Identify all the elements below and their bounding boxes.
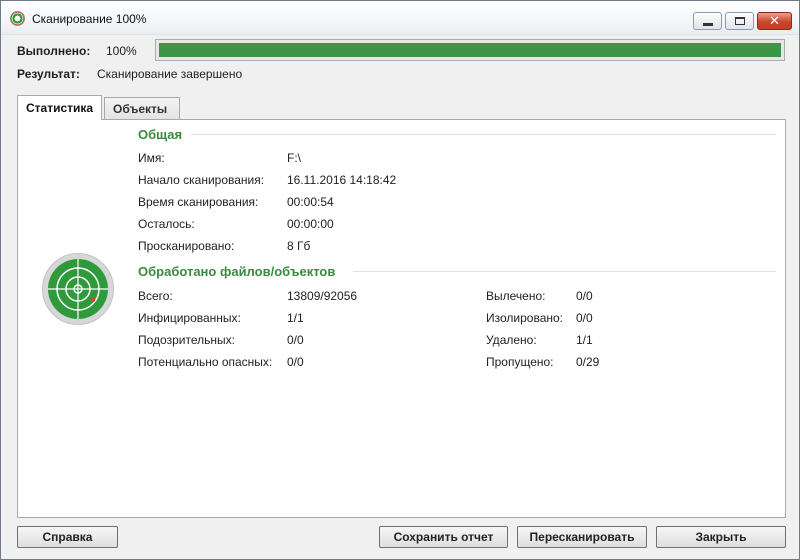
skipped-value: 0/29 (576, 355, 600, 369)
result-value: Сканирование завершено (97, 67, 243, 81)
scanned-label: Просканировано: (138, 239, 235, 253)
help-button[interactable]: Справка (17, 526, 118, 548)
cured-label: Вылечено: (486, 289, 546, 303)
remaining-label: Осталось: (138, 217, 195, 231)
section-divider (191, 134, 776, 135)
app-logo-icon (10, 11, 25, 26)
suspicious-value: 0/0 (287, 333, 304, 347)
section-divider (353, 271, 776, 272)
section-general-title: Общая (138, 127, 183, 142)
section-processed-title: Обработано файлов/объектов (138, 264, 336, 279)
progress-bar-fill (159, 43, 781, 57)
total-value: 13809/92056 (287, 289, 358, 303)
result-label: Результат: (17, 67, 80, 81)
statistics-panel (17, 119, 786, 518)
close-icon: ✕ (769, 13, 780, 28)
potentially-dangerous-value: 0/0 (287, 355, 304, 369)
tab-statistics[interactable]: Статистика (17, 95, 103, 120)
scan-time-value: 00:00:54 (287, 195, 334, 209)
close-button[interactable]: Закрыть (656, 526, 786, 548)
window-title: Сканирование 100% (32, 12, 147, 26)
total-label: Всего: (138, 289, 173, 303)
progress-value: 100% (106, 44, 137, 58)
progress-bar (155, 39, 785, 61)
tab-objects[interactable]: Объекты (104, 97, 180, 119)
maximize-icon (734, 17, 745, 25)
progress-label: Выполнено: (17, 44, 91, 58)
infected-value: 1/1 (287, 311, 304, 325)
scan-start-label: Начало сканирования: (138, 173, 265, 187)
name-label: Имя: (138, 151, 165, 165)
maximize-button[interactable] (725, 12, 754, 30)
remaining-value: 00:00:00 (287, 217, 334, 231)
minimize-icon (702, 22, 713, 26)
cured-value: 0/0 (576, 289, 593, 303)
scan-start-value: 16.11.2016 14:18:42 (287, 173, 397, 187)
close-window-button[interactable]: ✕ (757, 12, 792, 30)
scanned-value: 8 Гб (287, 239, 311, 253)
quarantined-label: Изолировано: (486, 311, 564, 325)
suspicious-label: Подозрительных: (138, 333, 235, 347)
scan-time-label: Время сканирования: (138, 195, 259, 209)
save-report-button[interactable]: Сохранить отчет (379, 526, 508, 548)
radar-icon (42, 253, 114, 325)
deleted-label: Удалено: (486, 333, 537, 347)
potentially-dangerous-label: Потенциально опасных: (138, 355, 273, 369)
title-bar: Сканирование 100% ✕ (1, 1, 799, 35)
quarantined-value: 0/0 (576, 311, 593, 325)
skipped-label: Пропущено: (486, 355, 554, 369)
name-value: F:\ (287, 151, 301, 165)
deleted-value: 1/1 (576, 333, 593, 347)
infected-label: Инфицированных: (138, 311, 241, 325)
rescan-button[interactable]: Пересканировать (517, 526, 647, 548)
minimize-button[interactable] (693, 12, 722, 30)
scan-window: Сканирование 100% ✕ Выполнено: 100% Резу… (0, 0, 800, 560)
